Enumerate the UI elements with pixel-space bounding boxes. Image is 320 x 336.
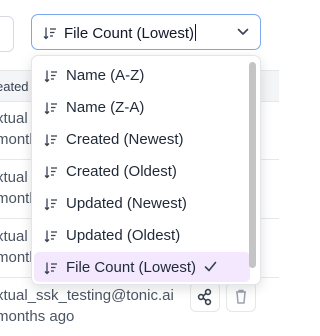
sort-option[interactable]: Created (Newest) xyxy=(34,124,250,154)
row-name: xtual xyxy=(0,110,28,127)
sort-select[interactable]: File Count (Lowest) xyxy=(31,14,261,50)
sort-option-label: Updated (Newest) xyxy=(66,195,187,212)
sort-option[interactable]: Updated (Newest) xyxy=(34,188,250,218)
trash-icon xyxy=(236,289,246,304)
scrollbar[interactable] xyxy=(249,62,256,268)
sort-dropdown-menu: Name (A-Z) Name (Z-A) Created (Newest) Crea… xyxy=(31,55,261,285)
sort-option-label: File Count (Lowest) xyxy=(66,259,197,276)
share-icon xyxy=(197,288,212,306)
sort-option-label: Created (Oldest) xyxy=(66,163,177,180)
sort-option[interactable]: Name (A-Z) xyxy=(34,60,250,90)
chevron-down-icon[interactable] xyxy=(237,28,249,36)
sort-option[interactable]: Created (Oldest) xyxy=(34,156,250,186)
sort-icon xyxy=(44,69,58,83)
row-date: months ago xyxy=(0,308,75,325)
sort-option-label: Name (Z-A) xyxy=(66,99,145,116)
sort-icon xyxy=(44,229,58,243)
column-header-created[interactable]: eated xyxy=(0,79,29,94)
sort-option[interactable]: Name (Z-A) xyxy=(34,92,250,122)
check-icon xyxy=(204,261,217,272)
row-name: xtual xyxy=(0,228,28,245)
sort-option[interactable]: File Count (Lowest) xyxy=(34,252,250,282)
share-button[interactable] xyxy=(190,282,220,312)
sort-option[interactable]: Updated (Oldest) xyxy=(34,220,250,250)
row-name: xtual xyxy=(0,169,28,186)
sort-icon xyxy=(44,133,58,147)
sort-option-label: Updated (Oldest) xyxy=(66,227,181,244)
filter-select[interactable] xyxy=(0,16,14,52)
sort-option-label: Created (Newest) xyxy=(66,131,184,148)
sort-icon xyxy=(44,197,58,211)
sort-icon xyxy=(44,165,58,179)
sort-icon xyxy=(44,101,58,115)
sort-option-label: Name (A-Z) xyxy=(66,67,145,84)
sort-icon xyxy=(44,261,58,275)
sort-select-value: File Count (Lowest) xyxy=(64,24,197,42)
sort-icon xyxy=(43,26,57,40)
row-name: xtual_ssk_testing@tonic.ai xyxy=(0,287,174,304)
text-cursor xyxy=(195,24,197,41)
delete-button[interactable] xyxy=(226,282,256,312)
